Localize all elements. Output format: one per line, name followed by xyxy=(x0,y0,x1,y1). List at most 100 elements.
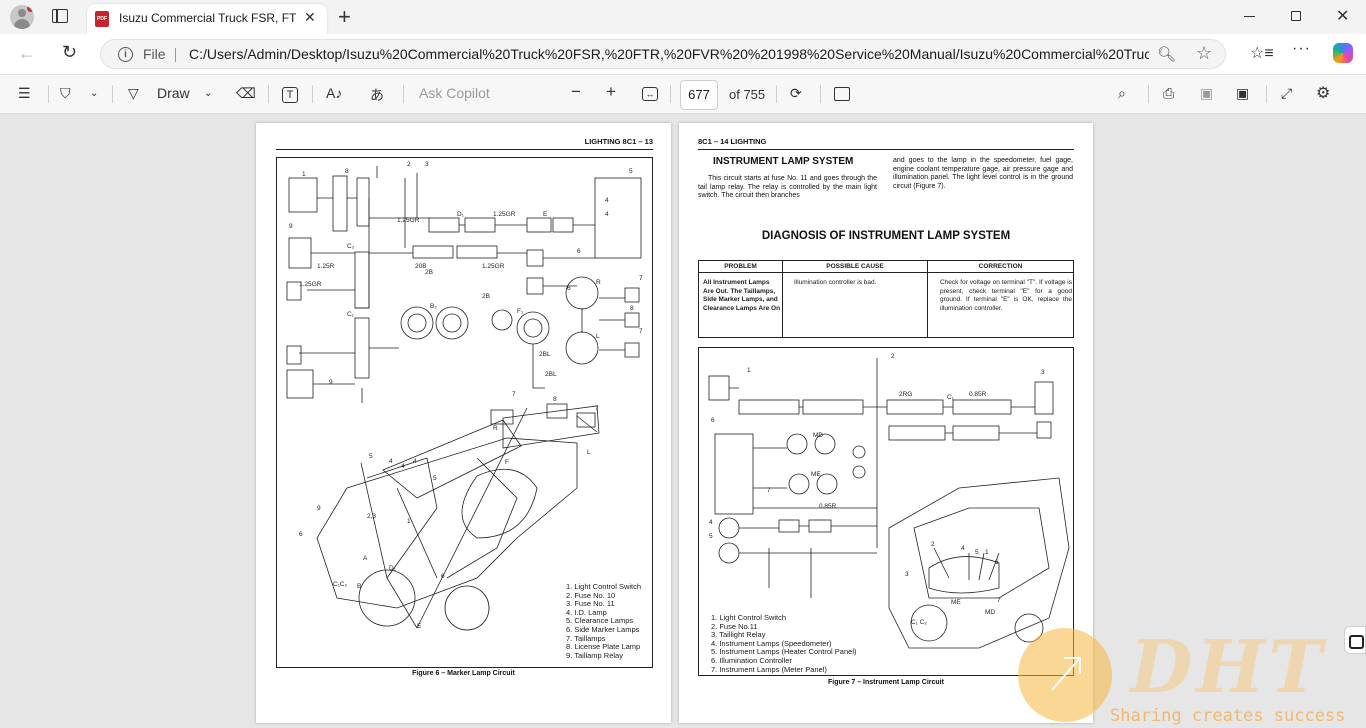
more-menu-icon[interactable]: ··· xyxy=(1292,40,1311,58)
address-bar-row: ← ↻ i File C:/Users/Admin/Desktop/Isuzu%… xyxy=(0,34,1366,74)
save-as-icon[interactable]: ▣ xyxy=(1236,85,1249,102)
fullscreen-icon[interactable]: ⤢ xyxy=(1281,85,1292,102)
svg-text:2: 2 xyxy=(931,541,935,548)
favorite-star-icon[interactable]: ☆ xyxy=(1196,43,1212,64)
active-tab[interactable]: PDF Isuzu Commercial Truck FSR, FTR, ✕ xyxy=(87,4,327,34)
text-box-icon[interactable]: T xyxy=(282,87,298,103)
contents-icon[interactable]: ☰ xyxy=(18,85,31,102)
toolbar-divider xyxy=(1148,85,1149,103)
marker-lamp-wiring-diagram: 1 2 3 8 C₂ C₁ 9 9 D₁ E 6 5 4 4 B₂ F₁ 6 7 7 8 R L 7 8 7 R… xyxy=(276,157,653,668)
svg-text:1.25GR: 1.25GR xyxy=(493,211,516,218)
settings-gear-icon[interactable]: ⚙ xyxy=(1316,83,1330,103)
profile-avatar[interactable] xyxy=(10,5,34,29)
table-header-rule xyxy=(699,272,1073,273)
zoom-in-icon[interactable]: + xyxy=(606,82,616,102)
back-arrow-icon[interactable]: ← xyxy=(18,43,36,64)
svg-text:ME: ME xyxy=(951,599,961,606)
svg-text:F: F xyxy=(505,459,509,466)
figure-caption: Figure 6 – Marker Lamp Circuit xyxy=(412,670,515,677)
svg-text:C₁C₂: C₁C₂ xyxy=(333,581,348,588)
table-header-correction: CORRECTION xyxy=(978,263,1023,270)
page-number-input[interactable]: 677 xyxy=(680,80,718,110)
fit-page-icon[interactable]: ↔ xyxy=(642,87,658,101)
svg-text:L: L xyxy=(587,449,591,456)
rotate-icon[interactable]: ⟳ xyxy=(790,85,802,102)
toolbar-divider xyxy=(48,85,49,103)
table-header-problem: PROBLEM xyxy=(724,263,757,270)
svg-text:6: 6 xyxy=(567,285,571,292)
toolbar-divider xyxy=(776,85,777,103)
svg-text:R: R xyxy=(493,425,498,432)
address-bar[interactable]: i File C:/Users/Admin/Desktop/Isuzu%20Co… xyxy=(100,39,1226,69)
zoom-out-icon[interactable]: − xyxy=(571,82,581,102)
figure-legend: 1. Light Control Switch 2. Fuse No. 10 3… xyxy=(566,582,641,660)
highlight-chevron-down-icon[interactable]: ⌄ xyxy=(90,88,98,99)
print-icon[interactable]: ⎙ xyxy=(1163,85,1174,102)
copilot-icon[interactable] xyxy=(1333,43,1353,63)
body-paragraph-left: This circuit starts at fuse No. 11 and g… xyxy=(698,175,877,200)
toolbar-divider xyxy=(670,85,671,103)
svg-text:7: 7 xyxy=(639,275,643,282)
svg-text:2B: 2B xyxy=(482,293,490,300)
body-paragraph-right: and goes to the lamp in the speedometer,… xyxy=(893,157,1073,190)
diagnosis-title: DIAGNOSIS OF INSTRUMENT LAMP SYSTEM xyxy=(761,230,1011,242)
highlight-icon[interactable]: ⛉ xyxy=(60,85,71,102)
search-icon[interactable]: ⌕ xyxy=(1118,85,1126,102)
svg-text:B: B xyxy=(357,583,361,590)
refresh-icon[interactable]: ↻ xyxy=(62,42,77,63)
ask-copilot-button[interactable]: Ask Copilot xyxy=(419,85,490,101)
read-aloud-icon[interactable]: A♪ xyxy=(326,85,342,101)
svg-text:8: 8 xyxy=(345,168,349,175)
zoom-icon[interactable]: 🔍︎ xyxy=(1157,45,1176,63)
svg-text:6: 6 xyxy=(577,248,581,255)
svg-text:4: 4 xyxy=(401,463,405,470)
tab-strip: PDF Isuzu Commercial Truck FSR, FTR, ✕ +… xyxy=(0,0,1366,34)
svg-text:F₁: F₁ xyxy=(517,308,524,315)
svg-text:ME: ME xyxy=(811,471,821,478)
svg-text:3: 3 xyxy=(905,571,909,578)
table-header-cause: POSSIBLE CAUSE xyxy=(826,263,884,270)
svg-text:8: 8 xyxy=(630,305,634,312)
pdf-toolbar: ☰ ⛉ ⌄ ▽ Draw ⌄ ⌫ T A♪ あ Ask Copilot − + … xyxy=(0,74,1366,114)
address-scheme-label: File xyxy=(143,46,166,62)
svg-text:R: R xyxy=(596,279,601,286)
minimize-icon[interactable] xyxy=(1244,16,1255,17)
favorites-icon[interactable]: ☆≡ xyxy=(1250,43,1274,63)
pdf-file-icon: PDF xyxy=(95,11,109,27)
svg-text:8: 8 xyxy=(553,396,557,403)
svg-text:6: 6 xyxy=(995,559,999,566)
page-view-icon[interactable] xyxy=(834,87,850,101)
save-icon[interactable]: ▣ xyxy=(1200,85,1213,102)
tab-actions-icon[interactable] xyxy=(52,9,68,23)
draw-button[interactable]: Draw xyxy=(157,85,190,101)
eraser-icon[interactable]: ⌫ xyxy=(236,85,256,102)
new-tab-icon[interactable]: + xyxy=(338,4,351,30)
svg-text:C₁ C₂: C₁ C₂ xyxy=(911,619,927,626)
draw-pen-icon[interactable]: ▽ xyxy=(128,85,139,102)
translate-icon[interactable]: あ xyxy=(370,85,384,105)
svg-text:4: 4 xyxy=(605,197,609,204)
site-info-icon[interactable]: i xyxy=(118,47,133,62)
svg-text:1.25R: 1.25R xyxy=(317,263,335,270)
svg-text:4: 4 xyxy=(413,458,417,465)
section-title: INSTRUMENT LAMP SYSTEM xyxy=(713,156,854,167)
watermark-logo: DHT xyxy=(1130,624,1327,709)
svg-text:2,3: 2,3 xyxy=(367,513,376,520)
table-cell-correction: Check for voltage on terminal "T". If vo… xyxy=(940,279,1072,312)
svg-text:4: 4 xyxy=(961,545,965,552)
svg-text:2B: 2B xyxy=(425,269,433,276)
svg-text:C₂: C₂ xyxy=(347,243,355,250)
svg-text:5: 5 xyxy=(975,549,979,556)
svg-text:6: 6 xyxy=(711,417,715,424)
dht-watermark: DHT Sharing creates success xyxy=(1018,624,1366,728)
svg-text:D₁: D₁ xyxy=(457,211,465,218)
window-close-icon[interactable]: ✕ xyxy=(1336,6,1349,26)
svg-text:7: 7 xyxy=(639,328,643,335)
toolbar-divider xyxy=(403,85,404,103)
draw-chevron-down-icon[interactable]: ⌄ xyxy=(204,88,212,99)
maximize-icon[interactable] xyxy=(1291,11,1301,21)
tab-close-icon[interactable]: ✕ xyxy=(304,9,316,26)
url-text[interactable]: C:/Users/Admin/Desktop/Isuzu%20Commercia… xyxy=(189,46,1149,62)
toolbar-divider xyxy=(1266,85,1267,103)
svg-text:0.85R: 0.85R xyxy=(969,391,987,398)
